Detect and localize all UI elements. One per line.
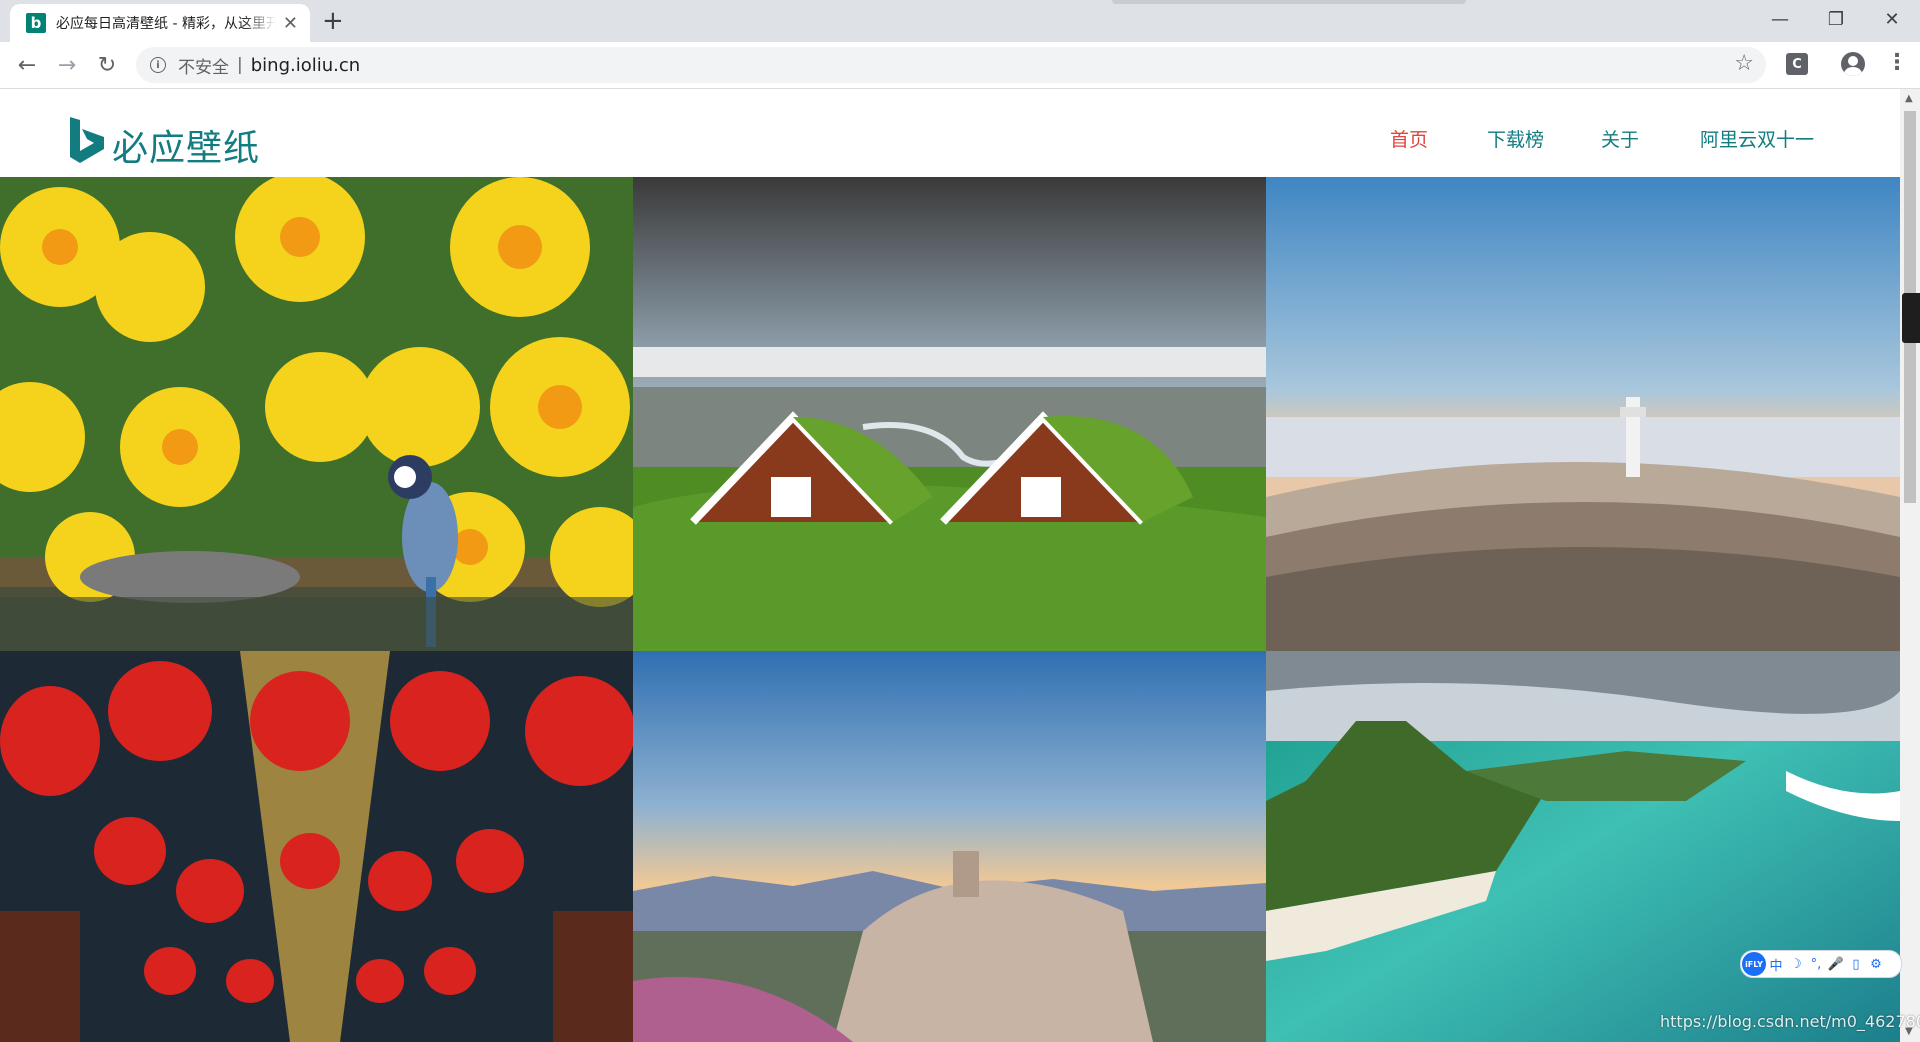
ime-toolbar[interactable]: iFLY 中 ☽ °, 🎤 ▯ ⚙ — [1740, 950, 1902, 978]
nav-downloads-ranking[interactable]: 下载榜 — [1487, 125, 1544, 152]
bing-logo-icon[interactable] — [68, 115, 108, 165]
restore-button[interactable]: ❐ — [1808, 0, 1864, 38]
address-bar[interactable]: i 不安全 | bing.ioliu.cn ☆ — [136, 47, 1766, 83]
ime-chinese-mode[interactable]: 中 — [1766, 955, 1786, 974]
hilltop-village-image — [633, 651, 1266, 1042]
back-arrow-icon[interactable]: ← — [12, 50, 42, 80]
wallpaper-grid — [0, 177, 1900, 1042]
reload-icon[interactable]: ↻ — [92, 50, 122, 80]
ime-settings-icon[interactable]: ⚙ — [1866, 957, 1886, 972]
info-icon[interactable]: i — [150, 57, 166, 73]
browser-toolbar: ← → ↻ i 不安全 | bing.ioliu.cn ☆ C ⋮ — [0, 42, 1920, 89]
ime-microphone-icon[interactable]: 🎤 — [1826, 957, 1846, 972]
site-logo-text[interactable]: 必应壁纸 — [112, 119, 260, 171]
url-separator: | — [237, 55, 243, 75]
tab-close-icon[interactable]: ✕ — [283, 13, 298, 34]
browser-tab[interactable]: b 必应每日高清壁纸 - 精彩，从这里开始 ✕ — [10, 4, 310, 42]
red-lanterns-image — [0, 651, 633, 1042]
wallpaper-tile-island-lagoon[interactable] — [1266, 651, 1900, 1042]
side-panel-tab[interactable] — [1902, 293, 1920, 343]
new-tab-button[interactable]: + — [322, 6, 344, 36]
site-header: 必应壁纸 首页 下载榜 关于 阿里云双十一 — [0, 89, 1900, 177]
daffodils-bird-image — [0, 177, 633, 651]
scroll-up-arrow-icon[interactable]: ▲ — [1905, 93, 1913, 104]
insecure-label: 不安全 — [178, 57, 229, 78]
close-window-button[interactable]: ✕ — [1864, 0, 1920, 38]
kebab-menu-icon[interactable]: ⋮ — [1886, 50, 1908, 75]
forward-arrow-icon[interactable]: → — [52, 50, 82, 80]
bookmark-star-icon[interactable]: ☆ — [1734, 51, 1754, 76]
url-text[interactable]: bing.ioliu.cn — [251, 55, 360, 76]
tab-strip: b 必应每日高清壁纸 - 精彩，从这里开始 ✕ + — ❐ ✕ — [0, 0, 1920, 42]
wallpaper-tile-turf-houses[interactable] — [633, 177, 1266, 651]
wallpaper-tile-snowy-forest[interactable] — [1266, 177, 1900, 651]
csdn-watermark: https://blog.csdn.net/m0_4627803 — [1660, 1012, 1920, 1031]
tab-title: 必应每日高清壁纸 - 精彩，从这里开始 — [56, 16, 276, 32]
ime-punctuation-icon[interactable]: °, — [1806, 957, 1826, 972]
profile-avatar-icon[interactable] — [1841, 52, 1865, 76]
bing-favicon-icon: b — [26, 13, 46, 33]
page-viewport: 必应壁纸 首页 下载榜 关于 阿里云双十一 — [0, 89, 1900, 1042]
wallpaper-tile-hilltop-village[interactable] — [633, 651, 1266, 1042]
minimize-button[interactable]: — — [1752, 0, 1808, 38]
snowy-forest-image — [1266, 177, 1900, 651]
nav-home[interactable]: 首页 — [1390, 125, 1428, 152]
page-scrollbar[interactable]: ▲ ▼ — [1900, 89, 1920, 1042]
ifly-ime-icon[interactable]: iFLY — [1742, 952, 1766, 976]
window-drag-area — [1112, 0, 1466, 4]
island-lagoon-image — [1266, 651, 1900, 1042]
wallpaper-tile-bird-daffodils[interactable] — [0, 177, 633, 651]
nav-aliyun-promo[interactable]: 阿里云双十一 — [1700, 125, 1814, 152]
nav-about[interactable]: 关于 — [1601, 125, 1639, 152]
wallpaper-tile-red-lanterns[interactable] — [0, 651, 633, 1042]
ime-moon-icon[interactable]: ☽ — [1786, 957, 1806, 972]
turf-houses-image — [633, 177, 1266, 651]
ime-keyboard-icon[interactable]: ▯ — [1846, 957, 1866, 972]
extension-icon[interactable]: C — [1786, 53, 1808, 75]
